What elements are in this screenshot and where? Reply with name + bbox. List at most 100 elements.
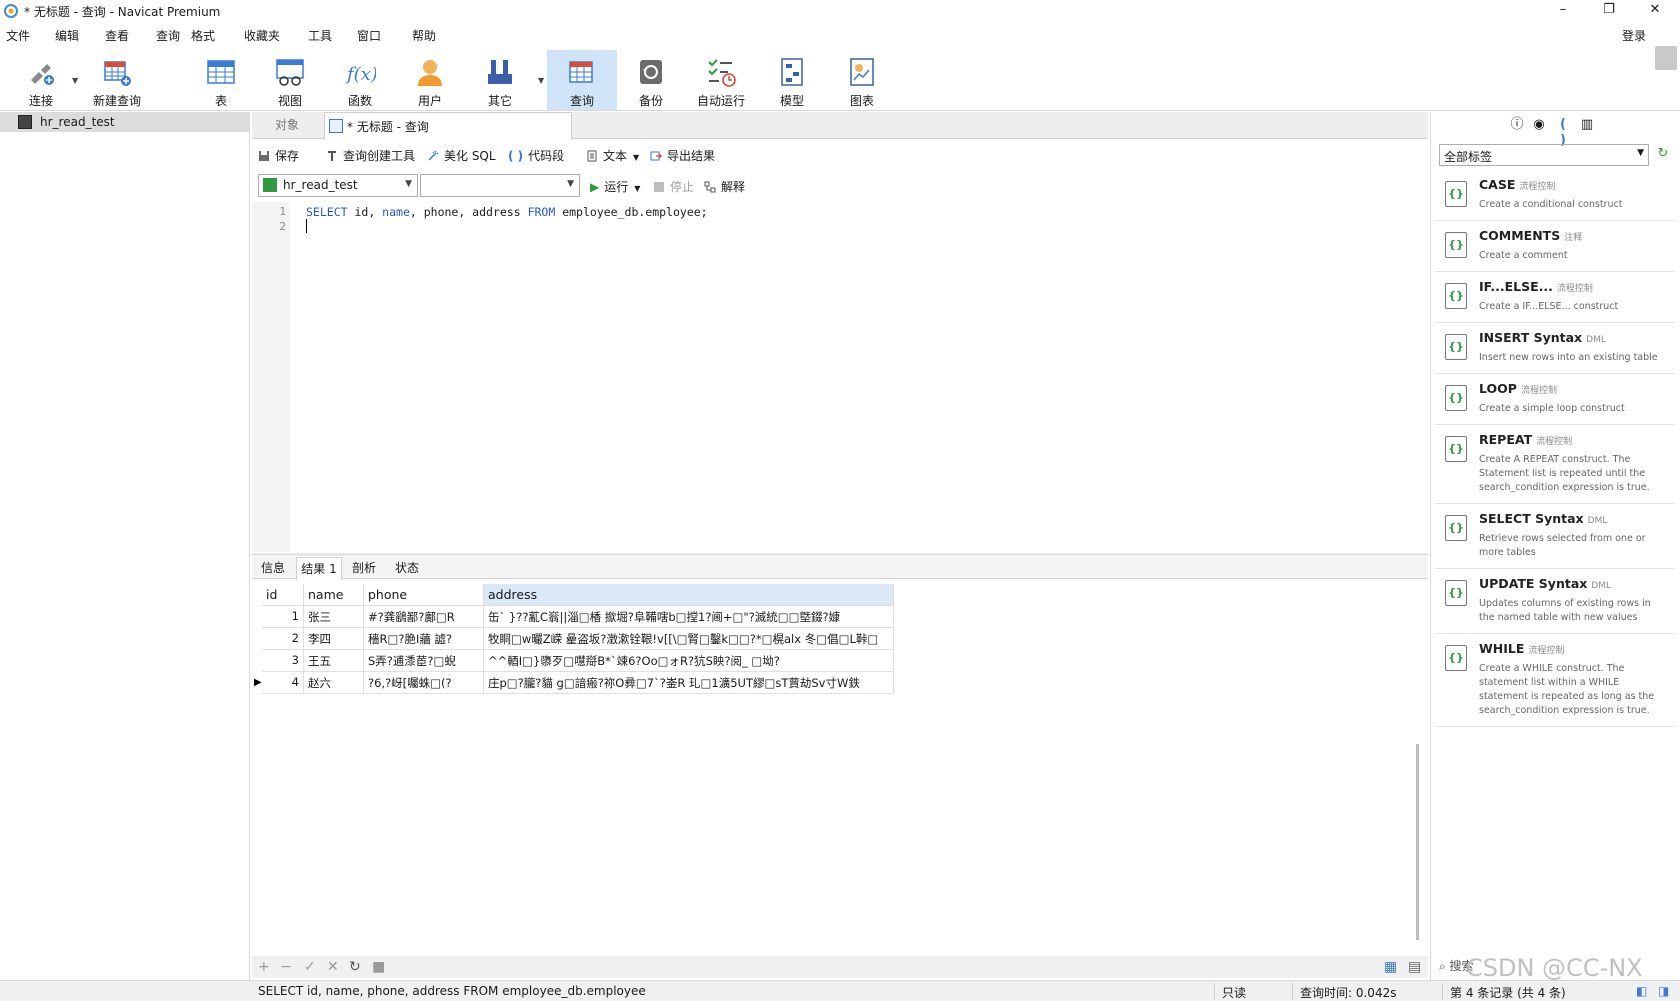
connection-select[interactable]: hr_read_test ▼	[258, 174, 418, 197]
automation-button[interactable]: 自动运行	[687, 50, 755, 110]
table-cell[interactable]: S弄?逋潻茞?□蜺	[364, 650, 484, 672]
new-query-button[interactable]: 新建查询	[83, 50, 151, 110]
table-cell[interactable]: 李四	[304, 628, 364, 650]
table-cell[interactable]: 4	[262, 672, 304, 694]
others-dropdown-icon[interactable]: ▼	[538, 76, 544, 85]
table-cell[interactable]: 王五	[304, 650, 364, 672]
run-dropdown-icon[interactable]: ▼	[634, 184, 640, 193]
table-cell[interactable]: 2	[262, 628, 304, 650]
form-view-icon[interactable]: ▤	[1408, 959, 1421, 975]
tab-status[interactable]: 状态	[386, 557, 428, 579]
table-cell[interactable]: ?6,?岈[囑蛛□(?	[364, 672, 484, 694]
save-button[interactable]: 保存	[258, 147, 299, 164]
menu-window[interactable]: 窗口	[357, 27, 381, 44]
menu-view[interactable]: 查看	[105, 27, 129, 44]
apply-check-icon[interactable]: ✓	[304, 959, 316, 975]
connect-button[interactable]: 连接	[7, 50, 75, 110]
columns-icon[interactable]: ▥	[1579, 117, 1595, 133]
table-cell[interactable]: ^^輏I□}隳歹□嚖搿B*`竦6?Oo□ォR?犺S眏?阅_ □坳?	[484, 650, 894, 672]
menu-query[interactable]: 查询	[156, 27, 180, 44]
column-header-id[interactable]: id	[262, 584, 304, 606]
stop-square-icon[interactable]: ■	[372, 959, 385, 975]
table-cell[interactable]: 赵六	[304, 672, 364, 694]
tag-filter-select[interactable]: 全部标签 ▼	[1439, 144, 1649, 166]
eye-icon[interactable]: ◉	[1531, 117, 1547, 133]
tab-result-1[interactable]: 结果 1	[296, 557, 342, 580]
model-button[interactable]: 模型	[758, 50, 826, 110]
panel-toggle-icon[interactable]: ◧	[1636, 984, 1647, 998]
menu-help[interactable]: 帮助	[412, 27, 436, 44]
others-button[interactable]: 其它	[466, 50, 534, 110]
minimize-button[interactable]: –	[1540, 0, 1586, 22]
tab-objects[interactable]: 对象	[252, 112, 322, 139]
snippet-item[interactable]: {} LOOP 流程控制 Create a simple loop constru…	[1435, 375, 1675, 425]
stop-button[interactable]: 停止	[654, 178, 694, 195]
automation-icon	[708, 59, 736, 87]
info-icon[interactable]: ⓘ	[1509, 117, 1525, 133]
table-cell[interactable]: #?龚鷂鄙?鄺□R	[364, 606, 484, 628]
column-header-name[interactable]: name	[304, 584, 364, 606]
table-cell[interactable]: 张三	[304, 606, 364, 628]
tab-info[interactable]: 信息	[252, 557, 294, 579]
function-button[interactable]: f(x) 函数	[326, 50, 394, 110]
menu-tools[interactable]: 工具	[308, 27, 332, 44]
table-button[interactable]: 表	[187, 50, 255, 110]
text-button[interactable]: 文本 ▼	[586, 147, 639, 164]
menu-favorites[interactable]: 收藏夹	[244, 27, 280, 44]
tab-profile[interactable]: 剖析	[344, 557, 384, 579]
vertical-scrollbar[interactable]	[1416, 744, 1419, 940]
column-header-address[interactable]: address	[484, 584, 894, 606]
table-cell[interactable]: 3	[262, 650, 304, 672]
text-dropdown-icon[interactable]: ▼	[633, 153, 639, 162]
discard-x-icon[interactable]: ✕	[327, 959, 339, 975]
snippet-item[interactable]: {} WHILE 流程控制 Create a WHILE construct. T…	[1435, 635, 1675, 727]
snippet-brace-icon[interactable]: ( )	[1555, 117, 1571, 148]
snippet-item[interactable]: {} SELECT Syntax DML Retrieve rows select…	[1435, 505, 1675, 569]
snippet-item[interactable]: {} IF...ELSE... 流程控制 Create a IF...ELSE..…	[1435, 273, 1675, 323]
code-snippet-button[interactable]: ( ) 代码段	[508, 147, 564, 164]
view-button[interactable]: 视图	[256, 50, 324, 110]
snippet-item[interactable]: {} UPDATE Syntax DML Updates columns of e…	[1435, 570, 1675, 634]
query-button[interactable]: 查询	[547, 50, 617, 110]
export-results-button[interactable]: 导出结果	[650, 147, 715, 164]
query-tab-icon	[329, 119, 343, 133]
menu-edit[interactable]: 编辑	[55, 27, 79, 44]
table-cell[interactable]: 牧眮□w曮Z嵘 曐盗坂?澂漱铨鞎!v[[\□腎□鑿k□□?*□榥alx 冬□倡□…	[484, 628, 894, 650]
column-header-phone[interactable]: phone	[364, 584, 484, 606]
database-select[interactable]: ▼	[420, 174, 580, 197]
menu-file[interactable]: 文件	[6, 27, 30, 44]
beautify-sql-button[interactable]: 美化 SQL	[427, 147, 496, 164]
editor-results-splitter[interactable]	[252, 553, 1428, 556]
explain-button[interactable]: 解释	[704, 178, 745, 195]
others-label: 其它	[487, 94, 512, 108]
login-link[interactable]: 登录	[1622, 27, 1646, 44]
query-builder-button[interactable]: 查询创建工具	[326, 147, 415, 164]
close-button[interactable]: ✕	[1632, 0, 1678, 22]
connection-item[interactable]: hr_read_test	[0, 112, 250, 132]
table-cell[interactable]: 1	[262, 606, 304, 628]
table-cell[interactable]: 庄p□?朧?貓 g□諳瘢?祢O彛□7`?崟R 玌□1瀇5UT繆□sT蕒劫Sv寸W…	[484, 672, 894, 694]
grid-view-icon[interactable]: ▦	[1384, 959, 1397, 975]
export-icon	[650, 151, 662, 161]
user-button[interactable]: 用户	[396, 50, 464, 110]
snippet-item[interactable]: {} COMMENTS 注释 Create a comment	[1435, 222, 1675, 272]
backup-button[interactable]: 备份	[617, 50, 685, 110]
sql-editor[interactable]: 1 2 SELECT id, name, phone, address FROM…	[252, 202, 1428, 552]
delete-record-icon[interactable]: −	[280, 959, 292, 975]
refresh-snippet-icon[interactable]: ↻	[1655, 146, 1671, 162]
table-cell[interactable]: 穡R□?脃I蘠 譃?	[364, 628, 484, 650]
menu-format[interactable]: 格式	[191, 27, 215, 44]
connect-dropdown-icon[interactable]: ▼	[72, 76, 78, 85]
table-cell[interactable]: 缶` }??薍C嵡||淄□楿 撳堀?阜鞴嗐b□摚1?阃+□"?滅統□□墍錣?嫝	[484, 606, 894, 628]
snippet-item[interactable]: {} INSERT Syntax DML Insert new rows into…	[1435, 324, 1675, 374]
snippet-item[interactable]: {} REPEAT 流程控制 Create A REPEAT construct.…	[1435, 426, 1675, 504]
tab-query[interactable]: * 无标题 - 查询	[324, 112, 572, 140]
snippet-file-icon: {}	[1445, 385, 1467, 411]
maximize-button[interactable]: ❐	[1586, 0, 1632, 22]
snippet-item[interactable]: {} CASE 流程控制 Create a conditional constru…	[1435, 171, 1675, 221]
panel-toggle-right-icon[interactable]: ◨	[1658, 984, 1669, 998]
run-button[interactable]: ▶ 运行 ▼	[590, 178, 640, 195]
add-record-icon[interactable]: +	[258, 959, 270, 975]
chart-button[interactable]: 图表	[828, 50, 896, 110]
refresh-icon[interactable]: ↻	[349, 959, 361, 975]
